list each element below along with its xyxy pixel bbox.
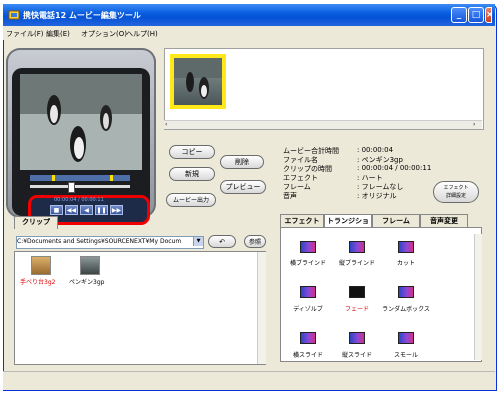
step-back-button[interactable]: ◀ bbox=[80, 205, 93, 215]
transition-label[interactable]: ランダムボックス bbox=[376, 304, 436, 313]
minimize-icon[interactable]: _ bbox=[451, 7, 467, 23]
file-list-scrollbar[interactable] bbox=[257, 252, 266, 364]
clip-thumbnail-image bbox=[174, 58, 222, 105]
info-value-total-time: : 00:00:04 bbox=[357, 146, 394, 154]
status-bar bbox=[3, 371, 495, 390]
fast-forward-button[interactable]: ▶▶ bbox=[110, 205, 123, 215]
scroll-left-icon[interactable]: ‹ bbox=[165, 121, 167, 128]
time-readout: 00:00:04 / 00:00:11 bbox=[54, 197, 104, 203]
menu-file[interactable]: ファイル(F) bbox=[6, 29, 44, 39]
window-title: 携快電話12 ムービー編集ツール bbox=[23, 11, 141, 20]
movie-output-button[interactable]: ムービー出力 bbox=[166, 193, 216, 207]
clip-file-list bbox=[14, 251, 266, 365]
transition-label[interactable]: カット bbox=[376, 258, 436, 267]
close-icon[interactable]: × bbox=[485, 7, 494, 23]
pause-button[interactable]: ❚❚ bbox=[95, 205, 108, 215]
file-name-selected[interactable]: 手べり台3g2 bbox=[20, 277, 55, 286]
tab-transition[interactable]: トランジション bbox=[324, 214, 372, 237]
file-thumbnail[interactable] bbox=[31, 256, 51, 275]
transition-random-box-icon[interactable] bbox=[398, 286, 414, 298]
delete-button[interactable]: 削除 bbox=[220, 155, 264, 169]
title-bar: 携快電話12 ムービー編集ツール _ □ × bbox=[3, 4, 495, 26]
info-value-audio: : オリジナル bbox=[357, 192, 397, 200]
transition-scrollbar[interactable] bbox=[474, 234, 482, 360]
transition-cut-icon[interactable] bbox=[398, 241, 414, 253]
preview-button[interactable]: プレビュー bbox=[220, 180, 266, 194]
clip-timeline[interactable] bbox=[30, 175, 130, 181]
effect-detail-button[interactable]: エフェクト 詳細設定 bbox=[433, 181, 479, 203]
transition-horizontal-slide-icon[interactable] bbox=[300, 332, 316, 344]
rewind-button[interactable]: ◀◀ bbox=[65, 205, 78, 215]
file-thumbnail[interactable] bbox=[80, 256, 100, 275]
file-name[interactable]: ペンギン3gp bbox=[69, 277, 104, 286]
copy-button[interactable]: コピー bbox=[169, 145, 215, 159]
transition-horizontal-blind-icon[interactable] bbox=[300, 241, 316, 253]
transition-small-icon[interactable] bbox=[398, 332, 414, 344]
new-button[interactable]: 新規 bbox=[169, 167, 215, 181]
folder-path-combo[interactable]: C:¥Documents and Settings¥SOURCENEXT¥My … bbox=[16, 236, 204, 249]
menu-edit[interactable]: 編集(E) bbox=[46, 29, 70, 39]
transition-label[interactable]: スモール bbox=[376, 350, 436, 359]
chevron-down-icon[interactable]: ▼ bbox=[193, 237, 203, 246]
folder-up-button[interactable]: ↶ bbox=[208, 235, 236, 248]
app-icon bbox=[8, 9, 20, 21]
transition-dissolve-icon[interactable] bbox=[300, 286, 316, 298]
scroll-right-icon[interactable]: › bbox=[473, 121, 475, 128]
transition-fade-icon[interactable] bbox=[349, 286, 365, 298]
transition-vertical-slide-icon[interactable] bbox=[349, 332, 365, 344]
tab-audio-change[interactable]: 音声変更 bbox=[420, 214, 468, 227]
transition-vertical-blind-icon[interactable] bbox=[349, 241, 365, 253]
clip-strip-scrollbar[interactable]: ‹ › bbox=[164, 120, 482, 129]
menu-bar: ファイル(F) 編集(E) オプション(O) ヘルプ(H) bbox=[3, 26, 495, 40]
menu-options[interactable]: オプション(O) bbox=[81, 29, 127, 39]
trim-end-marker[interactable] bbox=[110, 175, 113, 181]
info-value-clip-time: : 00:00:04 / 00:00:11 bbox=[357, 164, 432, 172]
tab-clips[interactable]: クリップ bbox=[14, 216, 58, 229]
video-preview bbox=[20, 74, 142, 170]
trim-start-marker[interactable] bbox=[52, 175, 55, 181]
tab-frame[interactable]: フレーム bbox=[372, 214, 420, 227]
stop-button[interactable]: ■ bbox=[50, 205, 63, 215]
info-label-audio: 音声 bbox=[283, 192, 297, 200]
tab-effect[interactable]: エフェクト bbox=[280, 214, 324, 227]
seek-bar[interactable] bbox=[30, 185, 130, 188]
browse-button[interactable]: 参照 bbox=[244, 235, 266, 248]
maximize-icon[interactable]: □ bbox=[468, 7, 484, 23]
seek-thumb[interactable] bbox=[68, 182, 75, 193]
menu-help[interactable]: ヘルプ(H) bbox=[126, 29, 158, 39]
